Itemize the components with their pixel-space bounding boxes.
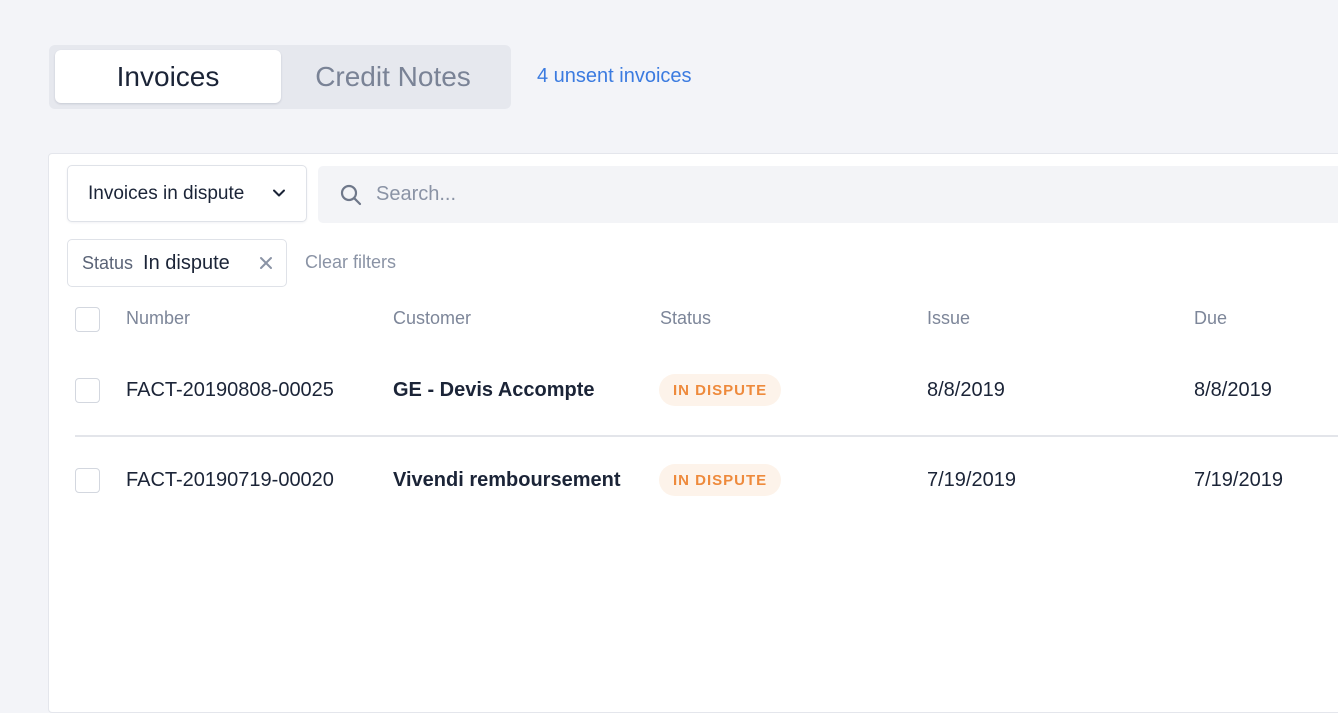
tab-invoices[interactable]: Invoices [55, 50, 281, 103]
chevron-down-icon [273, 189, 285, 197]
column-header-status[interactable]: Status [660, 308, 711, 329]
invoice-tabs: Invoices Credit Notes [49, 45, 511, 109]
column-header-number[interactable]: Number [126, 308, 190, 329]
invoice-due-date: 8/8/2019 [1194, 379, 1272, 401]
row-checkbox[interactable] [75, 378, 100, 403]
status-badge: IN DISPUTE [659, 374, 782, 406]
clear-filters-button[interactable]: Clear filters [305, 252, 396, 273]
view-select-value: Invoices in dispute [88, 182, 245, 204]
status-badge: IN DISPUTE [659, 464, 782, 496]
row-checkbox[interactable] [75, 468, 100, 493]
invoice-customer[interactable]: GE - Devis Accompte [393, 379, 595, 402]
row-divider [75, 435, 1338, 437]
invoice-issue-date: 8/8/2019 [927, 379, 1005, 401]
filter-chip-key: Status [82, 252, 134, 273]
invoice-number[interactable]: FACT-20190808-00025 [126, 379, 334, 402]
column-header-issue[interactable]: Issue [927, 308, 970, 329]
select-all-checkbox[interactable] [75, 307, 100, 332]
search-box [318, 166, 1338, 223]
invoice-due-date: 7/19/2019 [1194, 469, 1283, 491]
search-icon [340, 184, 362, 206]
search-input[interactable] [376, 166, 1276, 223]
unsent-invoices-link[interactable]: 4 unsent invoices [537, 65, 692, 88]
column-header-customer[interactable]: Customer [393, 308, 471, 329]
status-filter-chip: Status In dispute [67, 239, 287, 287]
invoices-card: Invoices in dispute Status In dispute Cl… [48, 153, 1338, 713]
column-header-due[interactable]: Due [1194, 308, 1227, 329]
invoice-issue-date: 7/19/2019 [927, 469, 1016, 491]
tab-credit-notes[interactable]: Credit Notes [281, 50, 505, 103]
close-icon[interactable] [258, 255, 274, 271]
invoice-customer[interactable]: Vivendi remboursement [393, 469, 620, 492]
invoice-number[interactable]: FACT-20190719-00020 [126, 469, 334, 492]
filter-chip-value: In dispute [143, 251, 230, 274]
view-select[interactable]: Invoices in dispute [67, 165, 307, 222]
